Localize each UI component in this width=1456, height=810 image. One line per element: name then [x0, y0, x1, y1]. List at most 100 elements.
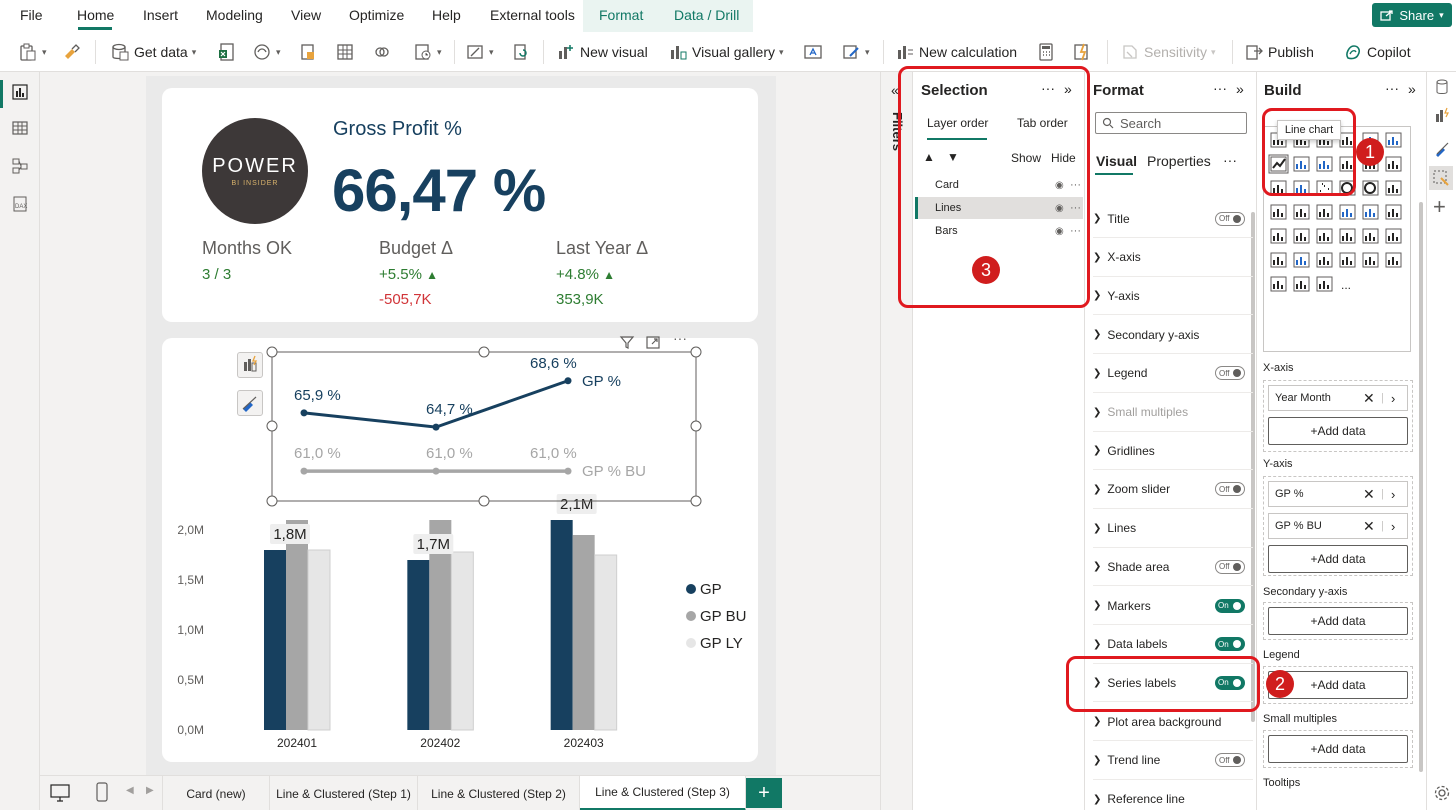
table-view-icon[interactable] [10, 118, 30, 138]
format-search-input[interactable]: Search [1095, 112, 1247, 134]
paste-button[interactable]: ▾ [18, 32, 47, 72]
donut-icon[interactable] [1362, 180, 1379, 196]
format-visual-button[interactable] [237, 390, 263, 416]
chevron-right-icon[interactable]: › [1391, 487, 1395, 502]
share-button[interactable]: Share ▾ [1372, 3, 1452, 27]
format-section-secondary-y-axis[interactable]: ❯ Secondary y-axis [1093, 316, 1253, 355]
format-section-reference-line[interactable]: ❯ Reference line [1093, 781, 1253, 810]
text-box-button[interactable] [803, 32, 823, 72]
menu-modeling[interactable]: Modeling [206, 7, 263, 23]
menu-insert[interactable]: Insert [143, 7, 178, 23]
card-icon[interactable] [1385, 204, 1402, 220]
onelake-button[interactable]: ▾ [252, 32, 281, 72]
paginated-icon[interactable] [1385, 252, 1402, 268]
format-section-lines[interactable]: ❯ Lines [1093, 510, 1253, 548]
scrollbar[interactable] [1419, 202, 1423, 772]
add-data-button[interactable]: +Add data [1268, 735, 1408, 763]
recent-sources-button[interactable]: ▾ [413, 32, 442, 72]
multi-row-card-icon[interactable] [1270, 228, 1287, 244]
publish-button[interactable]: Publish [1244, 32, 1314, 72]
transform-data-button[interactable]: ▾ [465, 32, 494, 72]
menu-data-drill[interactable]: Data / Drill [674, 7, 739, 23]
add-data-button[interactable]: +Add data [1268, 607, 1408, 635]
mobile-layout-icon[interactable] [96, 782, 108, 802]
sensitivity-button[interactable]: Sensitivity ▾ [1120, 32, 1216, 72]
build-visual-button[interactable] [237, 352, 263, 378]
excel-button[interactable] [217, 32, 237, 72]
format-section-markers[interactable]: ❯ Markers On [1093, 587, 1253, 625]
tab-properties[interactable]: Properties [1147, 153, 1211, 169]
add-data-button[interactable]: +Add data [1268, 545, 1408, 573]
format-painter-button[interactable] [62, 32, 82, 72]
expand-pane-icon[interactable]: » [1408, 81, 1416, 97]
menu-format[interactable]: Format [599, 7, 643, 23]
data-pane-icon[interactable] [1433, 78, 1451, 96]
filled-map-icon[interactable] [1293, 204, 1310, 220]
format-section-gridlines[interactable]: ❯ Gridlines [1093, 432, 1253, 471]
metrics-icon[interactable] [1316, 276, 1333, 292]
scroll-left-icon[interactable]: ◀ [126, 785, 134, 796]
new-visual-button[interactable]: New visual [556, 32, 648, 72]
decomposition-icon[interactable] [1316, 252, 1333, 268]
format-section-trend-line[interactable]: ❯ Trend line Off [1093, 742, 1253, 780]
report-view-icon[interactable] [10, 82, 30, 102]
power-apps-icon[interactable] [1270, 276, 1287, 292]
dax-query-icon[interactable]: DAX [10, 194, 30, 214]
power-automate-icon[interactable] [1293, 276, 1310, 292]
format-section-x-axis[interactable]: ❯ X-axis [1093, 239, 1253, 277]
tab-line-clustered-step-3[interactable]: Line & Clustered (Step 3) [580, 776, 746, 810]
shape-map-icon[interactable] [1316, 204, 1333, 220]
slicer-icon[interactable] [1316, 228, 1333, 244]
tab-visual[interactable]: Visual [1096, 153, 1137, 169]
desktop-layout-icon[interactable] [50, 784, 70, 802]
add-data-button[interactable]: +Add data [1268, 417, 1408, 445]
field-gp-pct-bu[interactable]: GP % BU ✕ | › [1268, 513, 1408, 539]
menu-file[interactable]: File [20, 7, 43, 23]
treemap-icon[interactable] [1385, 180, 1402, 196]
format-section-small-multiples[interactable]: ❯ Small multiples [1093, 394, 1253, 432]
matrix-icon[interactable] [1362, 228, 1379, 244]
more-options-icon[interactable]: ··· [1213, 80, 1227, 96]
more-options-icon[interactable]: ··· [673, 330, 687, 346]
more-visuals-icon[interactable]: ... [1341, 278, 1351, 292]
close-icon[interactable]: ✕ [1363, 390, 1375, 407]
tab-line-clustered-step-2[interactable]: Line & Clustered (Step 2) [418, 776, 580, 810]
100-column-icon[interactable] [1385, 132, 1402, 148]
toggle-switch[interactable]: Off [1215, 559, 1245, 574]
menu-help[interactable]: Help [432, 7, 461, 23]
gear-icon[interactable] [1433, 784, 1451, 802]
kpi-icon[interactable] [1293, 228, 1310, 244]
more-options-icon[interactable]: ··· [1223, 152, 1237, 168]
add-page-button[interactable]: + [746, 778, 782, 808]
format-section-legend[interactable]: ❯ Legend Off [1093, 355, 1253, 393]
model-view-icon[interactable] [10, 156, 30, 176]
ribbon-icon[interactable] [1385, 156, 1402, 172]
table-icon[interactable] [1339, 228, 1356, 244]
toggle-switch[interactable]: Off [1215, 211, 1245, 226]
toggle-switch[interactable]: On [1215, 637, 1245, 652]
dataverse-button[interactable] [372, 32, 392, 72]
toggle-switch[interactable]: Off [1215, 366, 1245, 381]
format-section-title[interactable]: ❯ Title Off [1093, 200, 1253, 238]
visual-gallery-button[interactable]: Visual gallery ▾ [668, 32, 784, 72]
menu-optimize[interactable]: Optimize [349, 7, 404, 23]
menu-view[interactable]: View [291, 7, 321, 23]
get-data-button[interactable]: Get data ▾ [110, 32, 196, 72]
sql-button[interactable] [298, 32, 318, 72]
more-options-icon[interactable]: ··· [1385, 80, 1399, 96]
key-influencers-icon[interactable] [1293, 252, 1310, 268]
build-pane-icon[interactable] [1433, 106, 1451, 124]
focus-mode-icon[interactable] [645, 334, 661, 350]
menu-home[interactable]: Home [77, 7, 114, 23]
azure-map-icon[interactable] [1339, 204, 1356, 220]
refresh-button[interactable] [511, 32, 531, 72]
chevron-right-icon[interactable]: › [1391, 391, 1395, 406]
copilot-button[interactable]: Copilot [1343, 32, 1411, 72]
more-visuals-button[interactable]: ▾ [841, 32, 870, 72]
r-visual-icon[interactable] [1385, 228, 1402, 244]
format-section-shade-area[interactable]: ❯ Shade area Off [1093, 548, 1253, 587]
format-section-zoom-slider[interactable]: ❯ Zoom slider Off [1093, 471, 1253, 509]
more-icon[interactable]: ... [1341, 278, 1351, 292]
toggle-switch[interactable]: On [1215, 598, 1245, 613]
format-pane-icon[interactable] [1433, 140, 1451, 158]
